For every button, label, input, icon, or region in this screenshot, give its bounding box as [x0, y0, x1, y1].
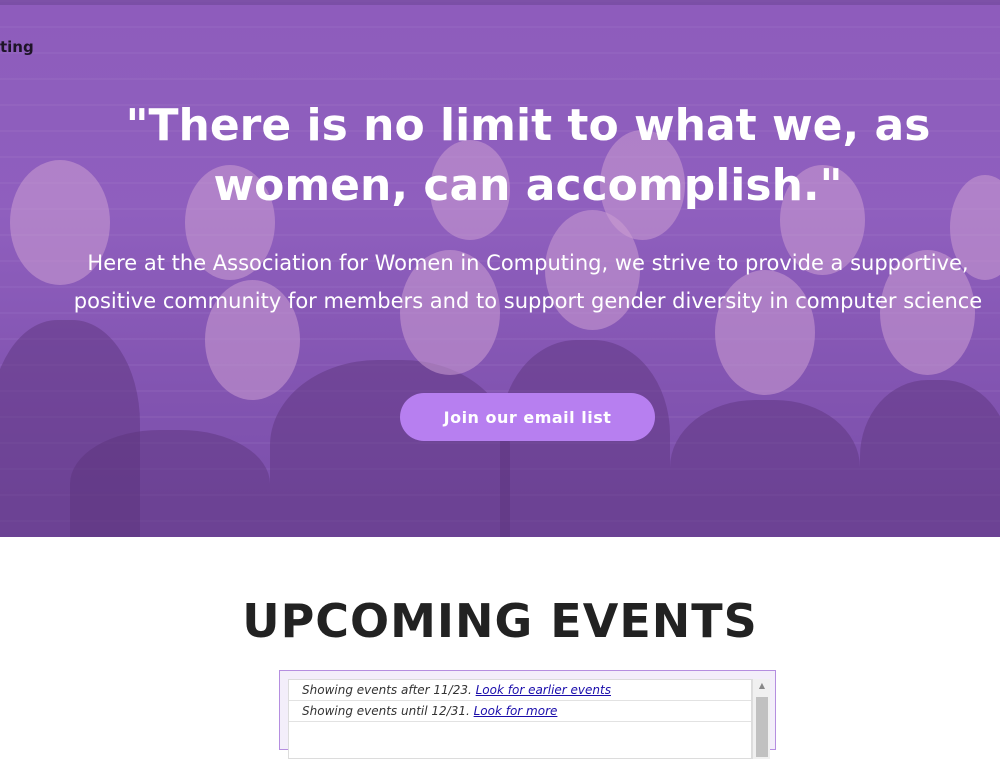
site-brand-fragment[interactable]: ting: [0, 38, 34, 56]
calendar-list: Showing events after 11/23. Look for ear…: [288, 679, 752, 759]
hero-mission-text: Here at the Association for Women in Com…: [73, 251, 983, 313]
scroll-up-icon[interactable]: ▲: [753, 679, 771, 693]
scroll-thumb[interactable]: [756, 697, 768, 757]
hero-section: ting "There is no limit to what we, as w…: [0, 0, 1000, 537]
upcoming-events-title: UPCOMING EVENTS: [242, 594, 758, 648]
earlier-events-link[interactable]: Look for earlier events: [476, 683, 611, 697]
calendar-showing-until-text: Showing events until 12/31.: [302, 704, 474, 718]
join-email-list-button[interactable]: Join our email list: [400, 393, 655, 441]
events-calendar-widget: Showing events after 11/23. Look for ear…: [279, 670, 776, 759]
calendar-row-later: Showing events until 12/31. Look for mor…: [289, 701, 751, 722]
calendar-scrollbar[interactable]: ▲: [752, 679, 770, 759]
calendar-row-earlier: Showing events after 11/23. Look for ear…: [289, 680, 751, 701]
hero-quote: "There is no limit to what we, as women,…: [125, 100, 931, 211]
more-events-link[interactable]: Look for more: [474, 704, 558, 718]
calendar-showing-after-text: Showing events after 11/23.: [302, 683, 476, 697]
